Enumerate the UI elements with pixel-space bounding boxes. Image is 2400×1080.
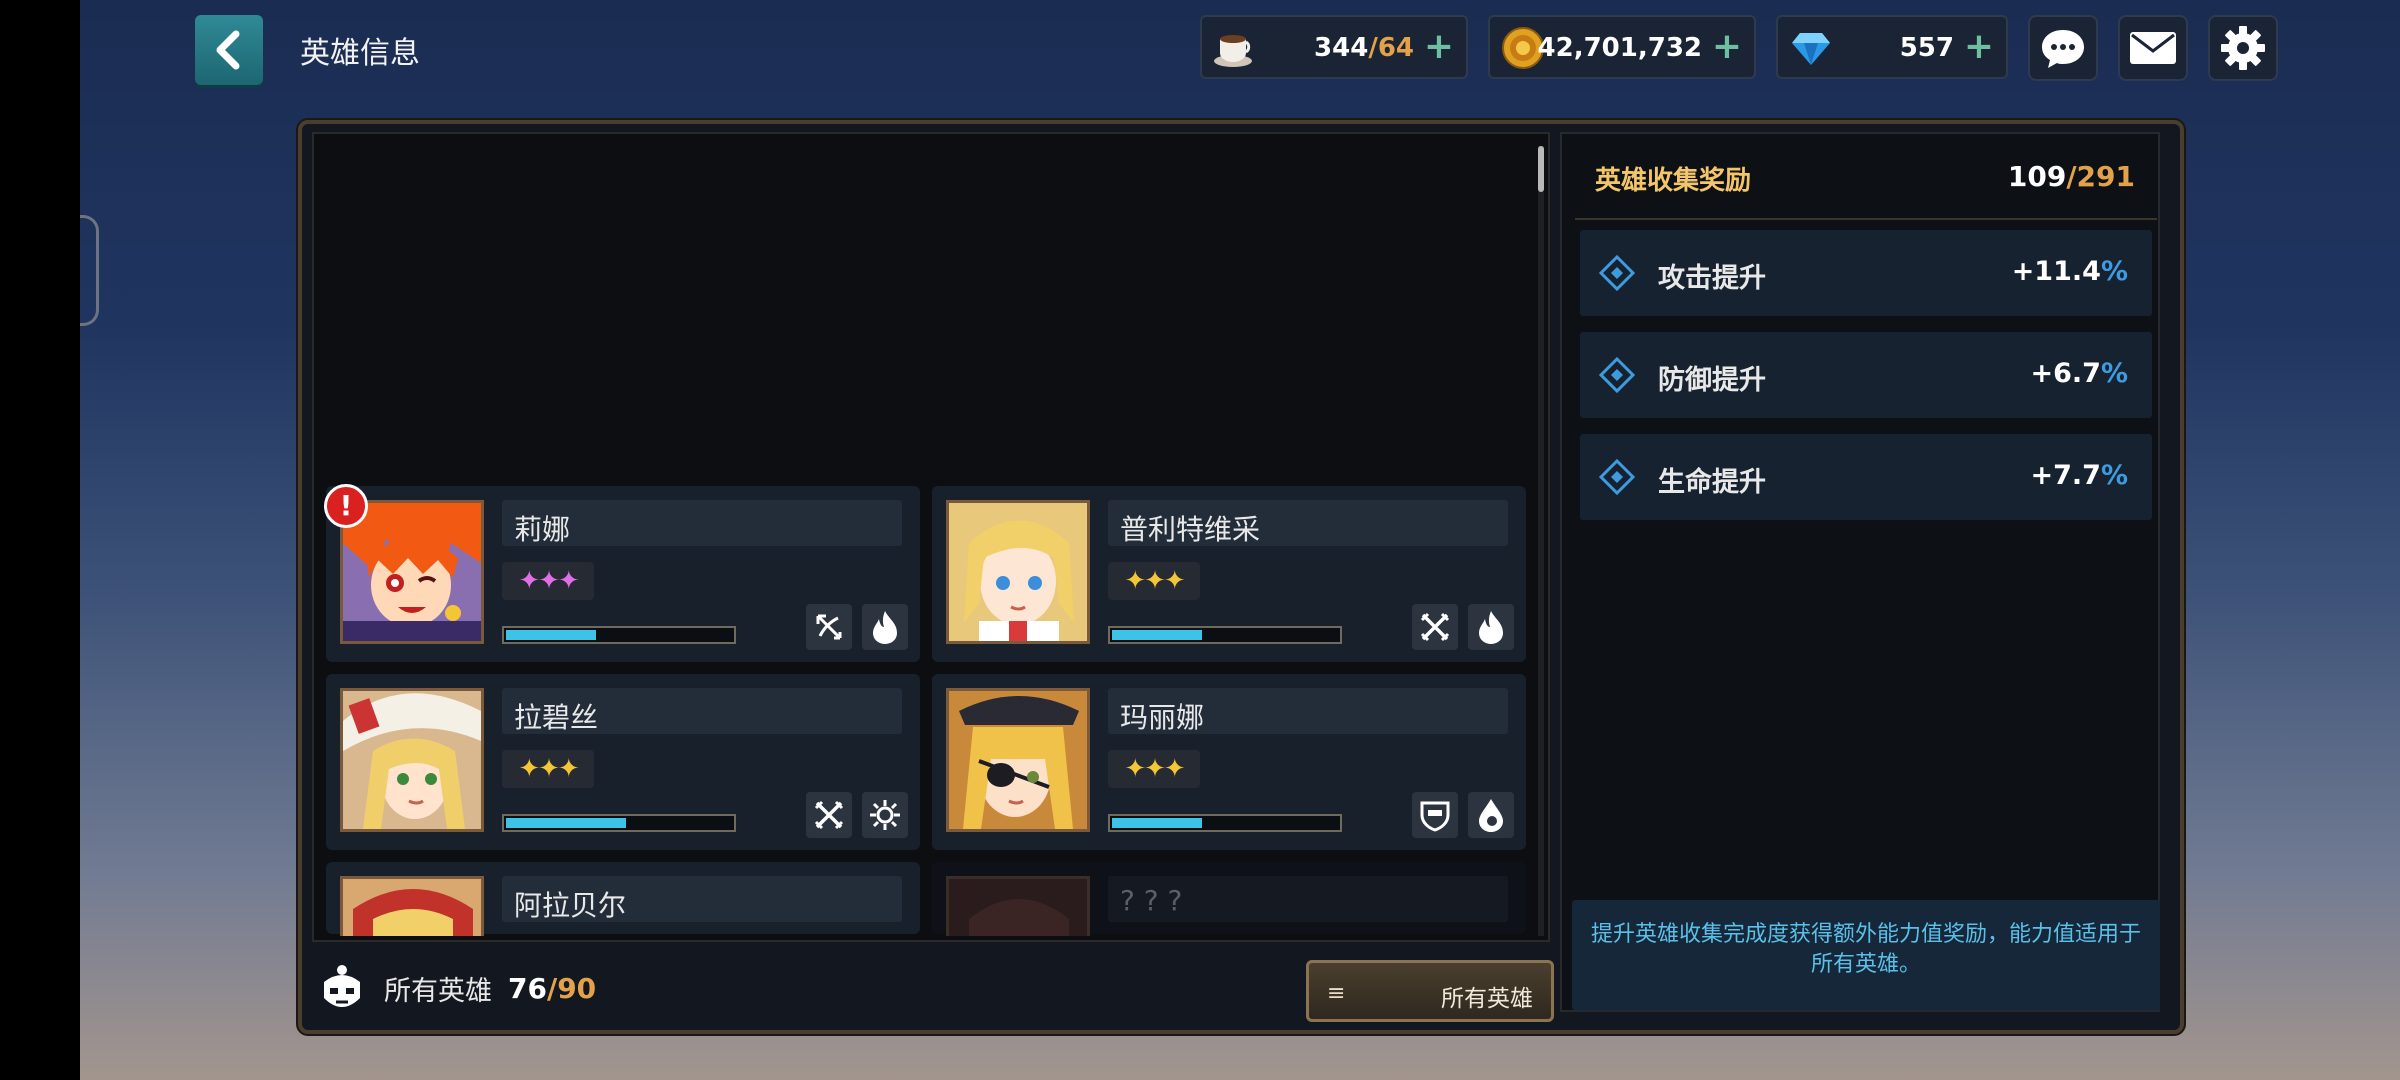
reward-progress: 109/291	[2007, 160, 2135, 193]
locked-hero-card[interactable]: ? ? ?	[932, 862, 1526, 936]
settings-button[interactable]	[2208, 15, 2278, 81]
stat-row-hp: 生命提升 +7.7%	[1580, 434, 2152, 520]
scroll-thumb[interactable]	[1538, 146, 1544, 192]
hero-card[interactable]: 阿拉贝尔	[326, 862, 920, 936]
fire-icon	[1479, 611, 1503, 644]
hero-portrait	[946, 688, 1090, 832]
gem-value: 557	[1899, 33, 1954, 63]
hero-card[interactable]: 玛丽娜 ✦✦✦	[932, 674, 1526, 850]
element-badge	[862, 604, 908, 650]
hero-progress-bar	[1108, 626, 1342, 644]
chat-bubble-icon	[2042, 30, 2084, 68]
gear-icon	[2221, 26, 2265, 70]
mail-button[interactable]	[2118, 15, 2188, 81]
back-button[interactable]	[195, 15, 263, 85]
add-coffee-button[interactable]: +	[1424, 27, 1454, 67]
element-badge	[1468, 792, 1514, 838]
fire-icon	[873, 611, 897, 644]
owned-heroes-count: 76	[508, 971, 547, 1005]
coffee-cup-icon	[1214, 35, 1252, 67]
class-badge	[1412, 792, 1458, 838]
add-gem-button[interactable]: +	[1964, 27, 1994, 67]
mail-icon	[2130, 32, 2176, 64]
class-badge	[806, 604, 852, 650]
hero-face-icon	[324, 965, 360, 1007]
coffee-max: 64	[1377, 33, 1414, 63]
hero-count-summary: 所有英雄 76/90	[318, 958, 596, 1018]
menu-icon: ≡	[1327, 981, 1346, 1006]
add-gold-button[interactable]: +	[1712, 27, 1742, 67]
reward-collected: 109	[2007, 160, 2067, 193]
hero-name: ? ? ?	[1120, 884, 1183, 917]
coffee-value: 344	[1314, 33, 1369, 63]
gem-icon	[1792, 33, 1830, 65]
stat-label: 防御提升	[1658, 365, 1766, 396]
all-heroes-label: 所有英雄	[384, 975, 492, 1007]
coffee-resource[interactable]: 344/64 +	[1200, 15, 1468, 79]
stat-row-attack: 攻击提升 +11.4%	[1580, 230, 2152, 316]
hero-name-bar: 普利特维采	[1108, 500, 1508, 546]
hero-portrait	[946, 500, 1090, 644]
reward-info-text: 提升英雄收集完成度获得额外能力值奖励，能力值适用于所有英雄。	[1572, 900, 2160, 1010]
element-badge	[862, 792, 908, 838]
page-title: 英雄信息	[300, 36, 420, 71]
hero-progress-bar	[1108, 814, 1342, 832]
divider	[1575, 218, 2157, 220]
hero-star-rating: ✦✦✦	[502, 562, 594, 600]
shield-icon	[1420, 801, 1450, 832]
hero-star-rating: ✦✦✦	[502, 750, 594, 788]
gold-resource[interactable]: 42,701,732 +	[1488, 15, 1756, 79]
filter-label: 所有英雄	[1441, 986, 1533, 1012]
hero-name: 莉娜	[514, 513, 571, 546]
stat-label: 生命提升	[1658, 467, 1766, 498]
hero-portrait	[946, 876, 1090, 936]
hero-name-bar: 玛丽娜	[1108, 688, 1508, 734]
hero-card[interactable]: 拉碧丝 ✦✦✦	[326, 674, 920, 850]
bow-icon	[816, 614, 842, 640]
stat-value: +11.4	[2011, 256, 2101, 287]
stat-value: +6.7	[2030, 358, 2101, 389]
hero-card[interactable]: 普利特维采 ✦✦✦	[932, 486, 1526, 662]
reward-title: 英雄收集奖励	[1595, 166, 1752, 196]
hero-name: 拉碧丝	[514, 701, 599, 734]
hero-progress-bar	[502, 626, 736, 644]
diamond-icon	[1598, 458, 1636, 496]
class-badge	[1412, 604, 1458, 650]
stat-label: 攻击提升	[1658, 263, 1766, 294]
stat-value: +7.7	[2030, 460, 2101, 491]
hero-name-bar: 莉娜	[502, 500, 902, 546]
hero-progress-bar	[502, 814, 736, 832]
class-badge	[806, 792, 852, 838]
hero-name: 玛丽娜	[1120, 701, 1205, 734]
water-icon	[1479, 799, 1503, 832]
gem-resource[interactable]: 557 +	[1776, 15, 2008, 79]
chat-button[interactable]	[2028, 15, 2098, 81]
gold-value: 42,701,732	[1537, 33, 1702, 63]
alert-badge: !	[324, 484, 368, 528]
crossed-swords-icon	[1420, 612, 1450, 642]
reward-total: 291	[2076, 160, 2135, 193]
chevron-left-icon	[216, 30, 240, 70]
hero-name: 阿拉贝尔	[514, 889, 627, 922]
hero-name-bar: 拉碧丝	[502, 688, 902, 734]
hero-star-rating: ✦✦✦	[1108, 562, 1200, 600]
hero-portrait	[340, 688, 484, 832]
hero-card[interactable]: 莉娜 ✦✦✦	[326, 486, 920, 662]
hero-portrait	[340, 500, 484, 644]
hero-filter-button[interactable]: ≡ 所有英雄	[1306, 960, 1554, 1022]
sun-icon	[870, 800, 900, 830]
crossed-swords-icon	[814, 800, 844, 830]
total-heroes-count: 90	[557, 971, 597, 1005]
hero-name: 普利特维采	[1120, 513, 1261, 546]
screen-notch	[80, 215, 99, 326]
diamond-icon	[1598, 356, 1636, 394]
hero-list-scrollbar[interactable]	[1538, 146, 1544, 936]
element-badge	[1468, 604, 1514, 650]
hero-portrait	[340, 876, 484, 936]
hero-star-rating: ✦✦✦	[1108, 750, 1200, 788]
stat-row-defense: 防御提升 +6.7%	[1580, 332, 2152, 418]
hero-name-bar: ? ? ?	[1108, 876, 1508, 922]
hero-name-bar: 阿拉贝尔	[502, 876, 902, 922]
diamond-icon	[1598, 254, 1636, 292]
